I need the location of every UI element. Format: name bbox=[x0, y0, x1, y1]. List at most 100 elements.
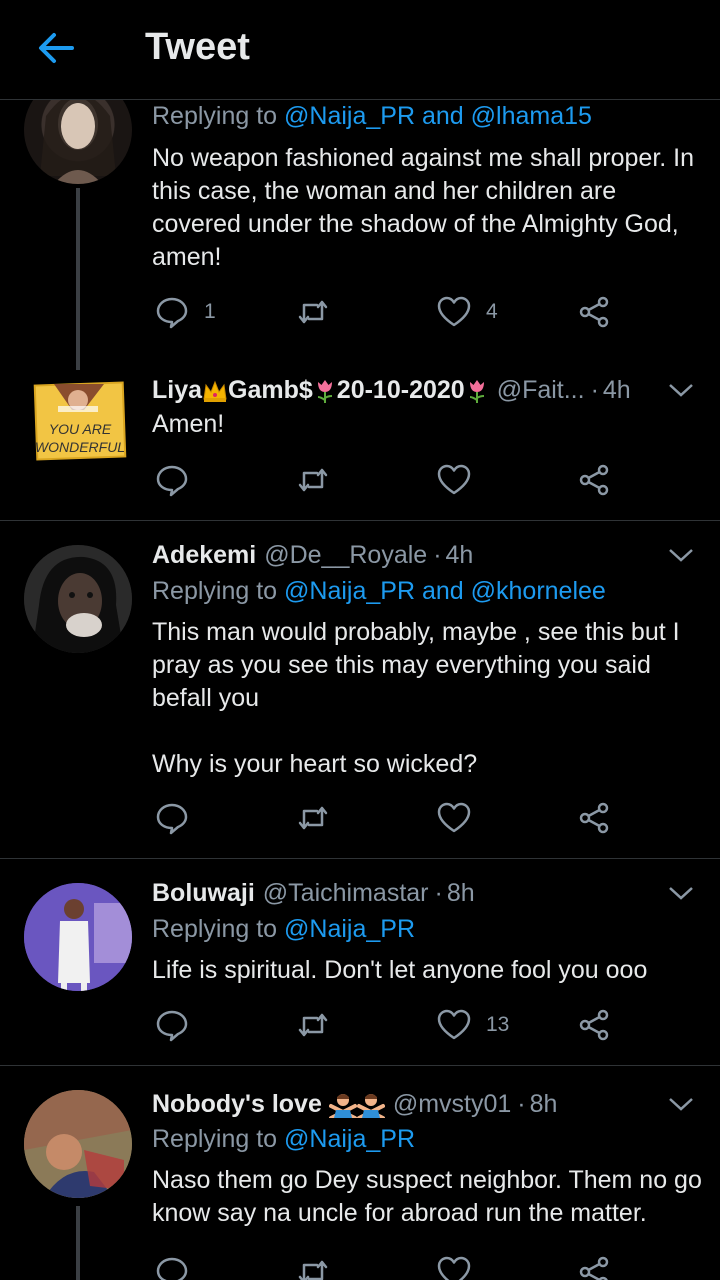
top-bar: Tweet bbox=[0, 0, 720, 100]
tweet-1[interactable]: Replying to @Naija_PR and @lhama15 No we… bbox=[0, 76, 720, 370]
reply-button[interactable] bbox=[154, 1005, 190, 1045]
avatar-wonderful-icon: YOU ARE WONDERFUL bbox=[33, 381, 127, 461]
like-button[interactable]: 13 bbox=[436, 1005, 509, 1045]
page-title: Tweet bbox=[145, 26, 250, 68]
like-button[interactable] bbox=[436, 798, 472, 838]
retweet-button[interactable] bbox=[295, 798, 331, 838]
crown-emoji-icon bbox=[203, 380, 227, 402]
share-button[interactable] bbox=[576, 1252, 612, 1280]
tweet-text: Amen! bbox=[152, 410, 225, 438]
replying-to: Replying to @Naija_PR bbox=[152, 1125, 416, 1153]
avatar[interactable]: YOU ARE WONDERFUL bbox=[24, 370, 132, 478]
tweet-actions bbox=[152, 460, 622, 500]
avatar-portrait-icon bbox=[24, 545, 132, 653]
tweet-header: Boluwaji @Taichimastar · 8h bbox=[152, 878, 475, 908]
display-name[interactable]: Nobody's love bbox=[152, 1090, 385, 1119]
tweet-2[interactable]: YOU ARE WONDERFUL Liya Gamb$ 20-10-2020 @F… bbox=[0, 360, 720, 521]
replying-to: Replying to @Naija_PR bbox=[152, 915, 416, 943]
handle[interactable]: @mvsty01 bbox=[393, 1090, 511, 1119]
tweet-4[interactable]: Boluwaji @Taichimastar · 8h Replying to … bbox=[0, 859, 720, 1066]
reply-icon bbox=[156, 1010, 188, 1042]
share-icon bbox=[579, 464, 609, 496]
retweet-button[interactable] bbox=[295, 292, 331, 332]
retweet-button[interactable] bbox=[295, 460, 331, 500]
back-arrow-icon[interactable] bbox=[34, 26, 78, 70]
tweet-text: No weapon fashioned against me shall pro… bbox=[152, 144, 701, 271]
replying-to: Replying to @Naija_PR and @khornelee bbox=[152, 577, 606, 605]
mention-link[interactable]: @khornelee bbox=[471, 577, 606, 605]
timestamp[interactable]: 8h bbox=[447, 879, 475, 908]
timestamp[interactable]: 8h bbox=[530, 1090, 558, 1119]
mention-link[interactable]: @Naija_PR bbox=[284, 102, 415, 130]
share-icon bbox=[579, 1009, 609, 1041]
handle[interactable]: @Taichimastar bbox=[263, 879, 429, 908]
handle[interactable]: @De__Royale bbox=[264, 541, 427, 570]
display-name[interactable]: Boluwaji bbox=[152, 879, 255, 908]
share-button[interactable] bbox=[576, 1005, 612, 1045]
share-button[interactable] bbox=[576, 292, 612, 332]
like-count: 4 bbox=[486, 300, 498, 323]
replying-to: Replying to @Naija_PR and @lhama15 bbox=[152, 102, 592, 130]
like-icon bbox=[437, 296, 471, 327]
avatar[interactable] bbox=[24, 1090, 132, 1198]
avatar[interactable] bbox=[24, 883, 132, 991]
handle[interactable]: @Fait... bbox=[497, 376, 585, 405]
like-icon bbox=[437, 1256, 471, 1280]
like-count: 13 bbox=[486, 1013, 510, 1036]
tweet-5[interactable]: Nobody's love @mvsty01 · 8h Replying to … bbox=[0, 1066, 720, 1280]
share-icon bbox=[579, 802, 609, 834]
retweet-button[interactable] bbox=[295, 1252, 331, 1280]
reply-button[interactable]: 1 bbox=[154, 292, 216, 332]
reply-count: 1 bbox=[204, 300, 216, 323]
svg-text:WONDERFUL: WONDERFUL bbox=[35, 439, 125, 455]
like-icon bbox=[437, 802, 471, 833]
timestamp[interactable]: 4h bbox=[446, 541, 474, 570]
reply-icon bbox=[156, 465, 188, 497]
tweet-actions: 13 bbox=[152, 1005, 622, 1045]
retweet-icon bbox=[298, 300, 328, 324]
svg-text:YOU ARE: YOU ARE bbox=[49, 421, 112, 437]
tweet-text: Naso them go Dey suspect neighbor. Them … bbox=[152, 1166, 709, 1227]
display-name[interactable]: Adekemi bbox=[152, 541, 256, 570]
chevron-down-icon[interactable] bbox=[666, 883, 696, 903]
retweet-icon bbox=[298, 806, 328, 830]
reply-button[interactable] bbox=[154, 460, 190, 500]
share-button[interactable] bbox=[576, 460, 612, 500]
thread-line bbox=[76, 1206, 80, 1280]
tweet-actions: 1 4 bbox=[152, 292, 622, 332]
chevron-down-icon[interactable] bbox=[666, 1094, 696, 1114]
reply-icon bbox=[156, 297, 188, 329]
reply-button[interactable] bbox=[154, 798, 190, 838]
tweet-actions bbox=[152, 1252, 622, 1280]
retweet-icon bbox=[298, 1260, 328, 1280]
thread-line bbox=[76, 188, 80, 370]
mention-link[interactable]: @Naija_PR bbox=[284, 915, 415, 943]
chevron-down-icon[interactable] bbox=[666, 545, 696, 565]
retweet-icon bbox=[298, 1013, 328, 1037]
like-button[interactable]: 4 bbox=[436, 292, 498, 332]
tweet-header: Adekemi @De__Royale · 4h bbox=[152, 540, 474, 570]
share-button[interactable] bbox=[576, 798, 612, 838]
tweet-header: Liya Gamb$ 20-10-2020 @Fait... · 4h bbox=[152, 375, 631, 405]
timestamp[interactable]: 4h bbox=[603, 376, 631, 405]
mention-link[interactable]: @lhama15 bbox=[471, 102, 592, 130]
avatar[interactable] bbox=[24, 545, 132, 653]
display-name[interactable]: Liya Gamb$ 20-10-2020 bbox=[152, 376, 489, 405]
reply-button[interactable] bbox=[154, 1252, 190, 1280]
tweet-text: This man would probably, maybe , see thi… bbox=[152, 618, 680, 778]
share-icon bbox=[579, 296, 609, 328]
avatar-portrait-icon bbox=[24, 883, 132, 991]
like-icon bbox=[437, 464, 471, 495]
mention-link[interactable]: @Naija_PR bbox=[284, 1125, 415, 1153]
avatar-portrait-icon bbox=[24, 1090, 132, 1198]
like-button[interactable] bbox=[436, 1252, 472, 1280]
reply-icon bbox=[156, 803, 188, 835]
tulip-emoji-icon bbox=[317, 379, 332, 403]
retweet-button[interactable] bbox=[295, 1005, 331, 1045]
like-button[interactable] bbox=[436, 460, 472, 500]
mention-link[interactable]: @Naija_PR bbox=[284, 577, 415, 605]
chevron-down-icon[interactable] bbox=[666, 380, 696, 400]
tweet-3[interactable]: Adekemi @De__Royale · 4h Replying to @Na… bbox=[0, 521, 720, 859]
tweet-actions bbox=[152, 798, 622, 838]
like-icon bbox=[437, 1009, 471, 1040]
